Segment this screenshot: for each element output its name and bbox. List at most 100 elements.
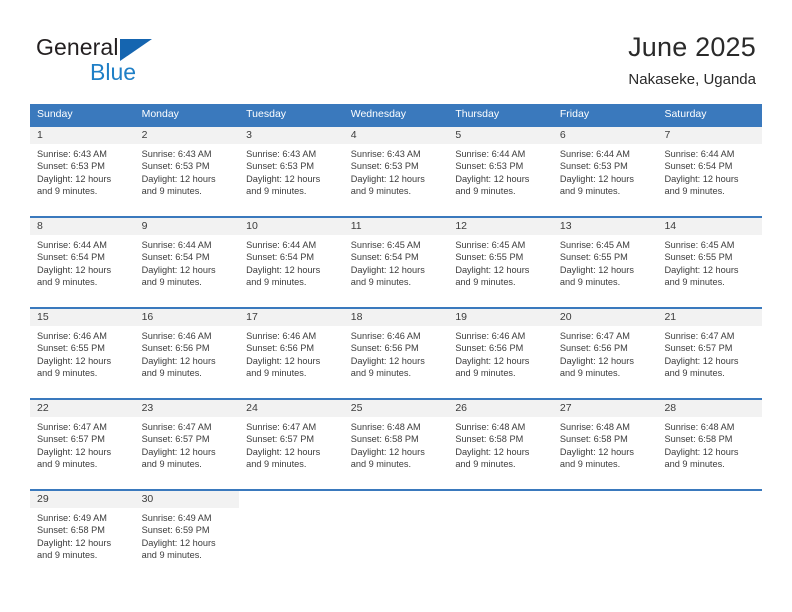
day-details: Sunrise: 6:47 AM Sunset: 6:57 PM Daylight:… [30, 417, 135, 477]
page-subtitle: Nakaseke, Uganda [628, 71, 756, 88]
calendar-day-cell[interactable]: 24 Sunrise: 6:47 AM Sunset: 6:57 PM Dayligh… [239, 400, 344, 482]
sunset-text: Sunset: 6:53 PM [141, 161, 210, 172]
sunset-text: Sunset: 6:55 PM [455, 252, 524, 263]
calendar-day-cell[interactable]: 20 Sunrise: 6:47 AM Sunset: 6:56 PM Dayligh… [552, 309, 658, 391]
day-number: 20 [552, 309, 658, 326]
day-number: 28 [657, 400, 763, 417]
weekday-header-wednesday: Wednesday [350, 108, 406, 120]
brand-triangle-icon [120, 39, 152, 61]
sunset-text: Sunset: 6:55 PM [37, 343, 105, 354]
calendar-day-cell-empty [657, 491, 763, 573]
weekday-header-row: Sunday Monday Tuesday Wednesday Thursday Frid… [30, 104, 762, 125]
calendar-day-cell[interactable]: 12 Sunrise: 6:45 AM Sunset: 6:55 PM Dayligh… [448, 218, 553, 300]
calendar-day-cell[interactable]: 21 Sunrise: 6:47 AM Sunset: 6:57 PM Dayligh… [657, 309, 763, 391]
day-details: Sunrise: 6:49 AM Sunset: 6:58 PM Daylight:… [30, 508, 135, 568]
brand-name-blue: Blue [90, 59, 137, 85]
daylight-text: Daylight: 12 hours and 9 minutes. [37, 446, 112, 470]
day-number [552, 491, 658, 508]
daylight-text: Daylight: 12 hours and 9 minutes. [350, 264, 425, 288]
calendar-day-cell[interactable]: 4 Sunrise: 6:43 AM Sunset: 6:53 PM Daylight… [343, 127, 449, 209]
day-number [657, 491, 763, 508]
calendar-day-cell[interactable]: 16 Sunrise: 6:46 AM Sunset: 6:56 PM Dayligh… [134, 309, 240, 391]
sunrise-text: Sunrise: 6:48 AM [664, 422, 735, 432]
calendar-day-cell[interactable]: 5 Sunrise: 6:44 AM Sunset: 6:53 PM Daylight… [448, 127, 553, 209]
day-number [448, 491, 553, 508]
day-number: 13 [552, 218, 658, 235]
sunset-text: Sunset: 6:53 PM [246, 161, 315, 172]
day-number: 22 [30, 400, 135, 417]
calendar-day-cell[interactable]: 25 Sunrise: 6:48 AM Sunset: 6:58 PM Dayligh… [343, 400, 449, 482]
calendar-day-cell[interactable]: 14 Sunrise: 6:45 AM Sunset: 6:55 PM Dayligh… [657, 218, 763, 300]
daylight-text: Daylight: 12 hours and 9 minutes. [37, 355, 112, 379]
sunrise-text: Sunrise: 6:47 AM [37, 422, 107, 432]
daylight-text: Daylight: 12 hours and 9 minutes. [246, 264, 321, 288]
page-title: June 2025 [628, 32, 756, 62]
sunrise-text: Sunrise: 6:44 AM [141, 240, 212, 250]
daylight-text: Daylight: 12 hours and 9 minutes. [246, 446, 321, 470]
day-number: 27 [552, 400, 658, 417]
calendar-day-cell[interactable]: 9 Sunrise: 6:44 AM Sunset: 6:54 PM Daylight… [134, 218, 240, 300]
day-number: 1 [30, 127, 135, 144]
sunset-text: Sunset: 6:56 PM [350, 343, 419, 354]
sunrise-text: Sunrise: 6:47 AM [141, 422, 212, 432]
sunrise-text: Sunrise: 6:44 AM [664, 149, 735, 159]
sunset-text: Sunset: 6:56 PM [141, 343, 210, 354]
calendar-day-cell-empty [552, 491, 658, 573]
calendar-day-cell[interactable]: 18 Sunrise: 6:46 AM Sunset: 6:56 PM Dayligh… [343, 309, 449, 391]
page-header: General Blue June 2025 Nakaseke, Uganda [0, 0, 792, 104]
day-number [239, 491, 344, 508]
day-number: 4 [343, 127, 449, 144]
calendar-day-cell[interactable]: 27 Sunrise: 6:48 AM Sunset: 6:58 PM Dayligh… [552, 400, 658, 482]
day-number: 7 [657, 127, 763, 144]
calendar-day-cell[interactable]: 8 Sunrise: 6:44 AM Sunset: 6:54 PM Daylight… [30, 218, 135, 300]
sunrise-text: Sunrise: 6:46 AM [350, 331, 421, 341]
day-number: 21 [657, 309, 763, 326]
title-block: June 2025 Nakaseke, Uganda [628, 30, 756, 90]
calendar-day-cell[interactable]: 26 Sunrise: 6:48 AM Sunset: 6:58 PM Dayligh… [448, 400, 553, 482]
daylight-text: Daylight: 12 hours and 9 minutes. [559, 355, 634, 379]
daylight-text: Daylight: 12 hours and 9 minutes. [37, 173, 112, 197]
calendar-day-cell-empty [448, 491, 553, 573]
calendar-day-cell[interactable]: 13 Sunrise: 6:45 AM Sunset: 6:55 PM Dayligh… [552, 218, 658, 300]
day-number: 24 [239, 400, 344, 417]
calendar-day-cell[interactable]: 15 Sunrise: 6:46 AM Sunset: 6:55 PM Dayligh… [30, 309, 135, 391]
day-number: 16 [134, 309, 240, 326]
calendar-day-cell[interactable]: 23 Sunrise: 6:47 AM Sunset: 6:57 PM Dayligh… [134, 400, 240, 482]
calendar-day-cell[interactable]: 7 Sunrise: 6:44 AM Sunset: 6:54 PM Daylight… [657, 127, 763, 209]
day-number: 12 [448, 218, 553, 235]
daylight-text: Daylight: 12 hours and 9 minutes. [37, 264, 112, 288]
sunrise-text: Sunrise: 6:44 AM [455, 149, 526, 159]
daylight-text: Daylight: 12 hours and 9 minutes. [559, 173, 634, 197]
sunset-text: Sunset: 6:53 PM [559, 161, 628, 172]
calendar-day-cell[interactable]: 30 Sunrise: 6:49 AM Sunset: 6:59 PM Dayligh… [134, 491, 240, 573]
brand-logo[interactable]: General Blue [36, 36, 246, 92]
sunrise-text: Sunrise: 6:46 AM [455, 331, 526, 341]
daylight-text: Daylight: 12 hours and 9 minutes. [664, 264, 739, 288]
calendar-day-cell[interactable]: 2 Sunrise: 6:43 AM Sunset: 6:53 PM Daylight… [134, 127, 240, 209]
calendar-day-cell[interactable]: 22 Sunrise: 6:47 AM Sunset: 6:57 PM Dayligh… [30, 400, 135, 482]
calendar-day-cell[interactable]: 19 Sunrise: 6:46 AM Sunset: 6:56 PM Dayligh… [448, 309, 553, 391]
calendar-day-cell[interactable]: 17 Sunrise: 6:46 AM Sunset: 6:56 PM Dayligh… [239, 309, 344, 391]
sunrise-text: Sunrise: 6:45 AM [350, 240, 421, 250]
day-details: Sunrise: 6:47 AM Sunset: 6:57 PM Daylight:… [239, 417, 344, 477]
sunset-text: Sunset: 6:54 PM [350, 252, 419, 263]
sunrise-text: Sunrise: 6:45 AM [455, 240, 526, 250]
calendar-day-cell[interactable]: 3 Sunrise: 6:43 AM Sunset: 6:53 PM Daylight… [239, 127, 344, 209]
calendar-week-row: 1 Sunrise: 6:43 AM Sunset: 6:53 PM Daylight… [30, 125, 763, 209]
day-details: Sunrise: 6:45 AM Sunset: 6:55 PM Daylight:… [553, 235, 658, 295]
calendar-day-cell[interactable]: 11 Sunrise: 6:45 AM Sunset: 6:54 PM Dayligh… [343, 218, 449, 300]
daylight-text: Daylight: 12 hours and 9 minutes. [246, 173, 321, 197]
calendar-day-cell[interactable]: 28 Sunrise: 6:48 AM Sunset: 6:58 PM Dayligh… [657, 400, 763, 482]
sunrise-text: Sunrise: 6:43 AM [246, 149, 317, 159]
sunrise-text: Sunrise: 6:46 AM [246, 331, 317, 341]
day-details: Sunrise: 6:45 AM Sunset: 6:55 PM Daylight:… [448, 235, 553, 295]
calendar-day-cell[interactable]: 1 Sunrise: 6:43 AM Sunset: 6:53 PM Daylight… [30, 127, 135, 209]
calendar-grid: Sunday Monday Tuesday Wednesday Thursday Frid… [30, 104, 763, 573]
day-details: Sunrise: 6:48 AM Sunset: 6:58 PM Daylight:… [344, 417, 449, 477]
daylight-text: Daylight: 12 hours and 9 minutes. [350, 446, 425, 470]
calendar-day-cell[interactable]: 29 Sunrise: 6:49 AM Sunset: 6:58 PM Dayligh… [30, 491, 135, 573]
day-details: Sunrise: 6:48 AM Sunset: 6:58 PM Daylight:… [657, 417, 762, 477]
sunset-text: Sunset: 6:57 PM [246, 434, 315, 445]
calendar-day-cell[interactable]: 6 Sunrise: 6:44 AM Sunset: 6:53 PM Daylight… [552, 127, 658, 209]
calendar-day-cell[interactable]: 10 Sunrise: 6:44 AM Sunset: 6:54 PM Dayligh… [239, 218, 344, 300]
